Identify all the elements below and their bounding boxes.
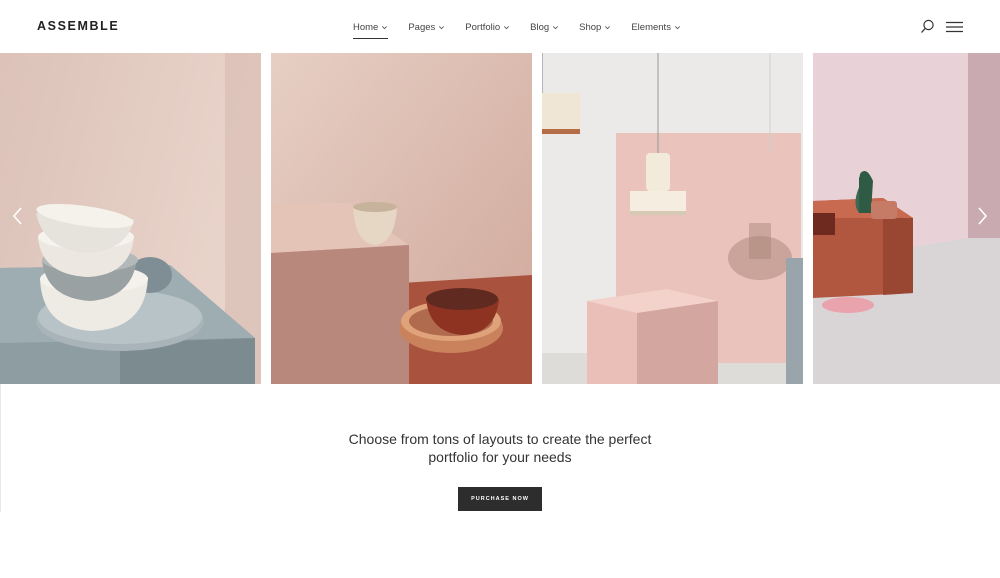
nav-item-home[interactable]: Home [353,20,389,39]
nav-item-label: Shop [579,21,602,33]
nav-item-pages[interactable]: Pages [408,20,445,34]
nav-item-label: Home [353,21,379,33]
chevron-left-icon[interactable] [11,205,25,227]
site-logo[interactable]: ASSEMBLE [37,19,119,33]
intro-line: Choose from tons of layouts to create th… [348,431,652,447]
intro-text: Choose from tons of layouts to create th… [300,430,700,466]
main-nav: Home Pages Portfolio Blog Shop Elements [353,20,701,39]
chevron-down-icon [439,25,445,29]
search-icon[interactable] [920,19,935,34]
purchase-now-button[interactable]: PURCHASE NOW [458,487,542,511]
stacked-bowls-photo[interactable] [0,53,261,384]
nav-item-label: Pages [408,21,436,33]
nav-item-blog[interactable]: Blog [530,20,559,34]
intro-line: portfolio for your needs [428,449,572,465]
chevron-down-icon [553,25,559,29]
cup-and-tray-photo[interactable] [271,53,532,384]
nav-item-label: Blog [530,21,550,33]
chevron-right-icon[interactable] [975,205,989,227]
nav-item-label: Elements [631,21,671,33]
nav-item-shop[interactable]: Shop [579,20,611,34]
nav-item-elements[interactable]: Elements [631,20,681,34]
chevron-down-icon [382,25,388,29]
portfolio-gallery [0,53,1000,384]
nav-item-portfolio[interactable]: Portfolio [465,20,510,34]
chevron-down-icon [674,25,680,29]
pendant-lamps-photo[interactable] [542,53,803,384]
site-header: ASSEMBLE Home Pages Portfolio Blog Shop … [0,0,1000,53]
nav-item-label: Portfolio [465,21,501,33]
chevron-down-icon [605,25,611,29]
vase-on-block-photo[interactable] [813,53,1000,384]
chevron-down-icon [504,25,510,29]
divider [0,384,1,512]
hamburger-menu-icon[interactable] [946,21,963,33]
